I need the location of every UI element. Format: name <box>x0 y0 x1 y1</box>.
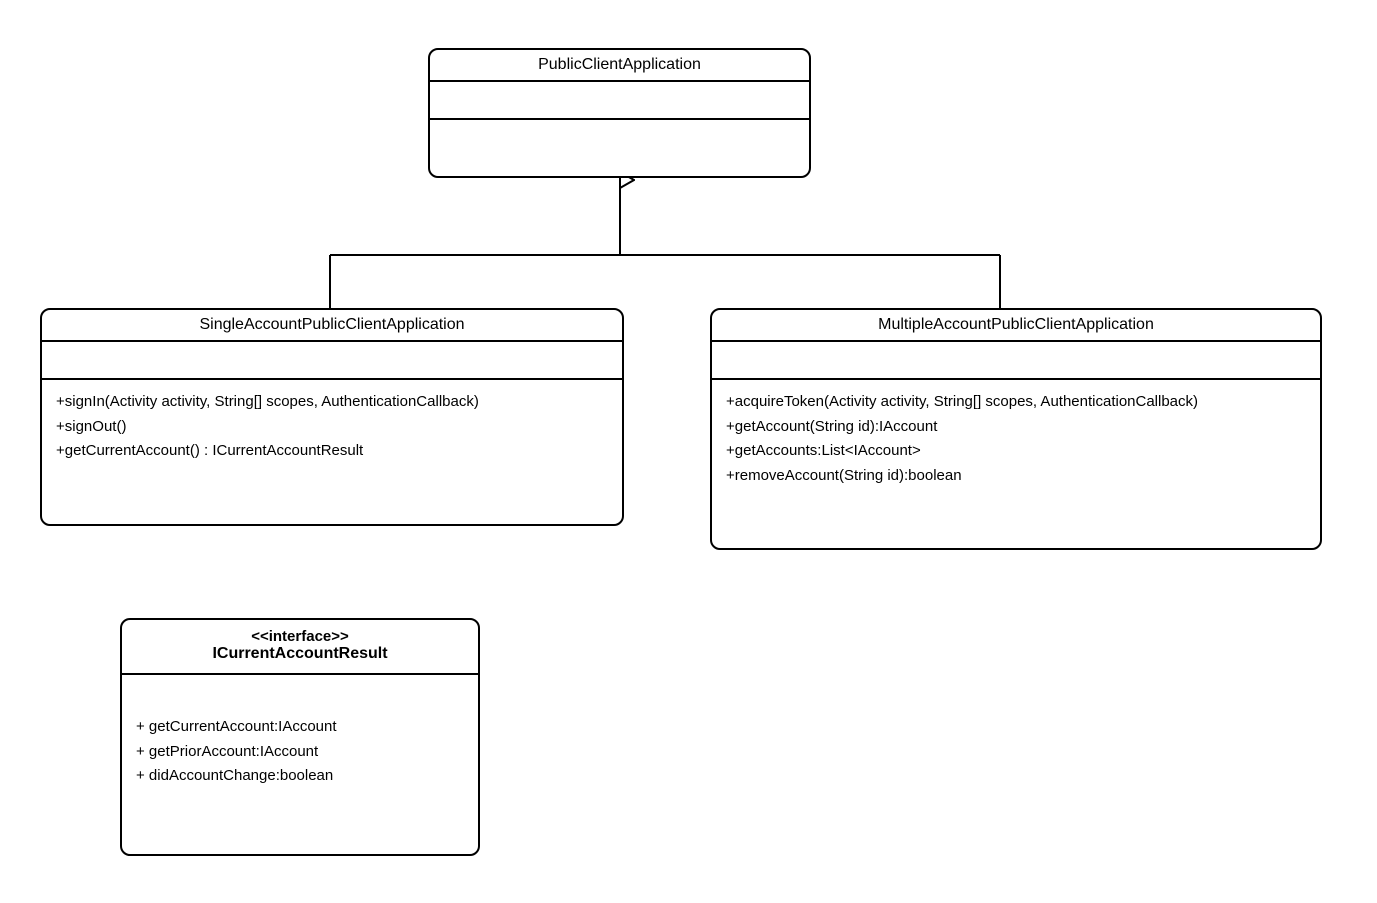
class-method: +getCurrentAccount() : ICurrentAccountRe… <box>56 439 608 464</box>
class-title: MultipleAccountPublicClientApplication <box>712 310 1320 342</box>
class-methods: +acquireToken(Activity activity, String[… <box>712 380 1320 548</box>
class-methods-empty <box>430 120 809 176</box>
interface-header: <<interface>> ICurrentAccountResult <box>122 620 478 675</box>
class-method: +acquireToken(Activity activity, String[… <box>726 390 1306 415</box>
class-publicclientapplication: PublicClientApplication <box>428 48 811 178</box>
interface-name: ICurrentAccountResult <box>134 645 466 663</box>
class-method: +signOut() <box>56 415 608 440</box>
class-method: +getAccounts:List<IAccount> <box>726 439 1306 464</box>
class-attributes-empty <box>42 342 622 380</box>
class-title: PublicClientApplication <box>430 50 809 82</box>
class-singleaccountpublicclientapplication: SingleAccountPublicClientApplication +si… <box>40 308 624 526</box>
interface-stereotype: <<interface>> <box>134 628 466 645</box>
class-multipleaccountpublicclientapplication: MultipleAccountPublicClientApplication +… <box>710 308 1322 550</box>
interface-method: + getPriorAccount:IAccount <box>136 740 464 765</box>
class-method: +getAccount(String id):IAccount <box>726 415 1306 440</box>
class-method: +signIn(Activity activity, String[] scop… <box>56 390 608 415</box>
interface-method: + getCurrentAccount:IAccount <box>136 715 464 740</box>
class-methods: +signIn(Activity activity, String[] scop… <box>42 380 622 524</box>
interface-icurrentaccountresult: <<interface>> ICurrentAccountResult + ge… <box>120 618 480 856</box>
interface-method: + didAccountChange:boolean <box>136 764 464 789</box>
class-attributes-empty <box>430 82 809 120</box>
class-method: +removeAccount(String id):boolean <box>726 464 1306 489</box>
class-title: SingleAccountPublicClientApplication <box>42 310 622 342</box>
class-attributes-empty <box>712 342 1320 380</box>
interface-methods: + getCurrentAccount:IAccount + getPriorA… <box>122 675 478 854</box>
